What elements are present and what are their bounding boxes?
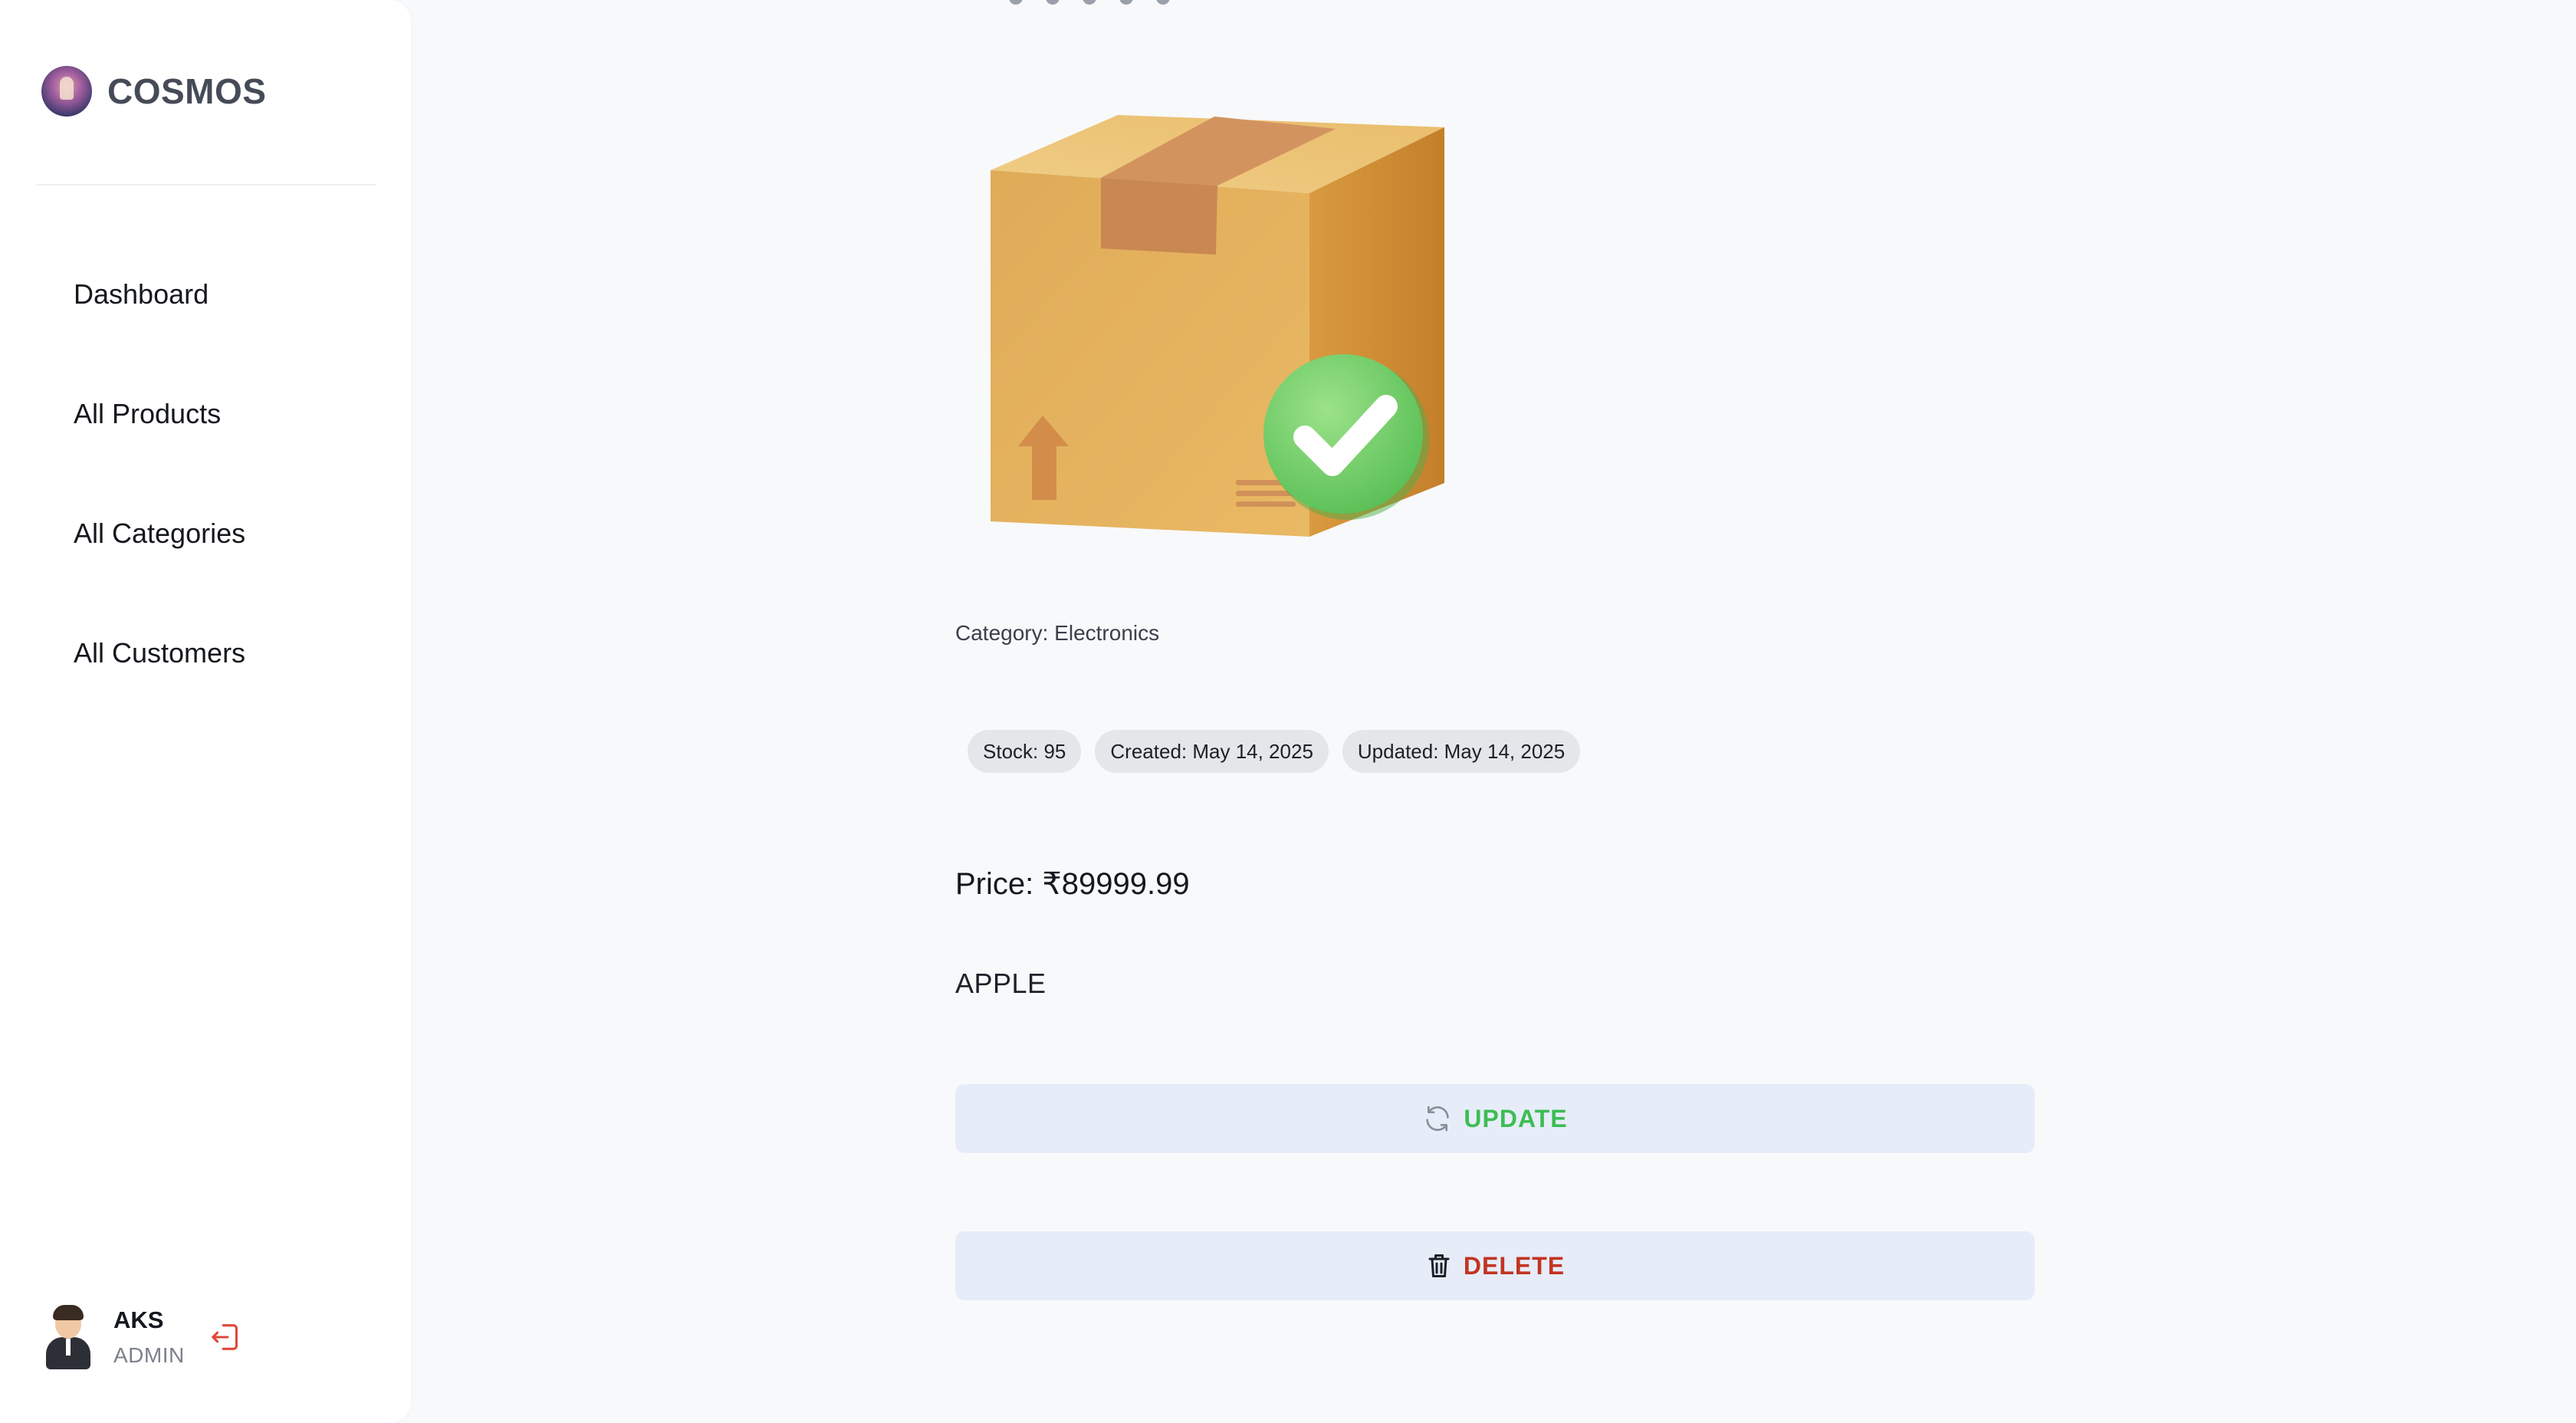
stock-chip: Stock: 95 <box>968 730 1082 773</box>
product-meta-chips: Stock: 95 Created: May 14, 2025 Updated:… <box>968 730 1581 773</box>
update-button-label: UPDATE <box>1464 1104 1568 1132</box>
user-role: ADMIN <box>113 1343 185 1367</box>
updated-date-chip: Updated: May 14, 2025 <box>1342 730 1581 773</box>
product-price: Price: ₹89999.99 <box>955 867 1190 901</box>
user-name: AKS <box>113 1306 164 1333</box>
product-image <box>991 115 1444 537</box>
logout-button[interactable] <box>206 1317 246 1357</box>
sidebar-nav: Dashboard All Products All Categories Al… <box>74 261 245 713</box>
product-category: Category: Electronics <box>955 621 1160 645</box>
product-brand: APPLE <box>955 968 1046 999</box>
sidebar-item-all-products[interactable]: All Products <box>74 354 245 474</box>
delete-button[interactable]: DELETE <box>955 1231 2035 1300</box>
sidebar: COSMOS Dashboard All Products All Catego… <box>0 0 411 1423</box>
sidebar-item-dashboard[interactable]: Dashboard <box>74 235 245 354</box>
delete-button-label: DELETE <box>1463 1251 1566 1280</box>
created-date-chip: Created: May 14, 2025 <box>1095 730 1329 773</box>
brand-name: COSMOS <box>107 71 267 111</box>
user-profile: AKS ADMIN <box>43 1305 246 1369</box>
rating-dots <box>1009 0 1170 5</box>
brand-logo-icon <box>41 66 92 117</box>
update-button[interactable]: UPDATE <box>955 1084 2035 1153</box>
sidebar-item-all-customers[interactable]: All Customers <box>74 593 245 713</box>
avatar <box>43 1305 92 1369</box>
sidebar-divider <box>37 184 376 186</box>
trash-icon <box>1425 1252 1453 1280</box>
refresh-icon <box>1422 1103 1453 1134</box>
sidebar-item-all-categories[interactable]: All Categories <box>74 474 245 593</box>
brand[interactable]: COSMOS <box>41 66 266 117</box>
logout-icon <box>211 1324 238 1350</box>
